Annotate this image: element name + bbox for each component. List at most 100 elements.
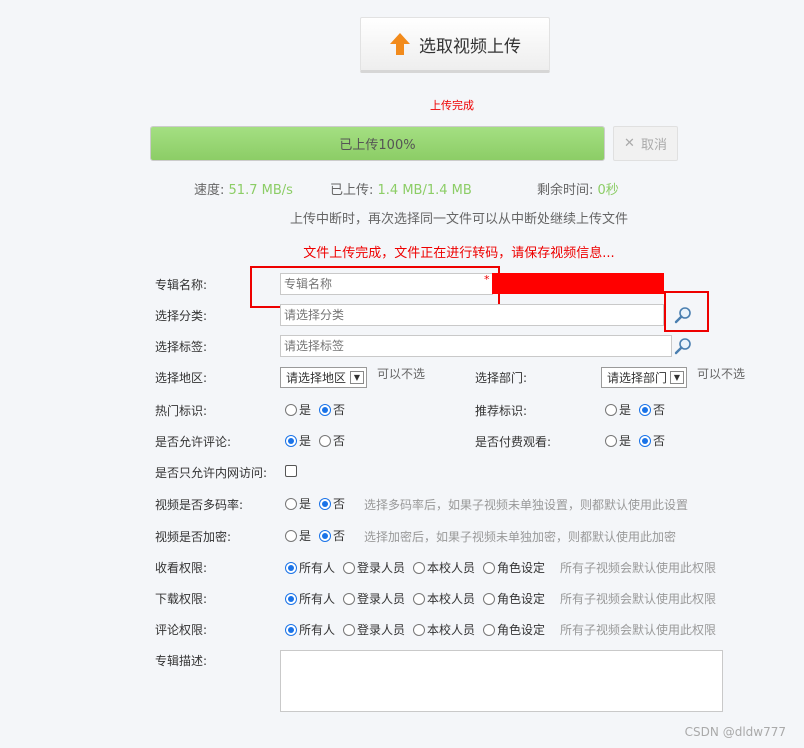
download-perm-option-logged-in[interactable]: 登录人员 — [343, 590, 405, 607]
remaining-value: 0秒 — [597, 183, 619, 198]
hot-option-no[interactable]: 否 — [319, 401, 345, 418]
hot-label: 热门标识: — [155, 404, 208, 418]
department-select[interactable]: 请选择部门 ▼ — [601, 367, 687, 388]
radio-button[interactable] — [285, 623, 297, 636]
allow-comment-radio-group: 是否 — [285, 432, 353, 450]
region-select[interactable]: 请选择地区 ▼ — [280, 367, 367, 388]
intranet-only-label: 是否只允许内网访问: — [155, 466, 268, 480]
search-icon[interactable] — [674, 306, 692, 324]
category-input[interactable] — [280, 304, 664, 326]
description-textarea[interactable] — [280, 650, 723, 712]
speed-value: 51.7 MB/s — [228, 183, 293, 198]
remaining-label: 剩余时间: — [537, 183, 594, 198]
radio-button[interactable] — [483, 561, 496, 574]
cancel-label: 取消 — [640, 138, 667, 153]
comment-perm-option-school[interactable]: 本校人员 — [413, 621, 475, 638]
radio-button[interactable] — [413, 592, 426, 605]
department-label: 选择部门: — [475, 371, 528, 385]
radio-button[interactable] — [285, 592, 297, 605]
recommend-option-yes[interactable]: 是 — [605, 401, 631, 418]
close-icon: ✕ — [624, 136, 635, 151]
radio-button[interactable] — [605, 434, 617, 447]
department-optional: 可以不选 — [697, 367, 746, 381]
recommend-radio-group: 是否 — [605, 401, 673, 419]
radio-button[interactable] — [639, 434, 652, 447]
download-permission-radio-group: 所有人 登录人员 本校人员 角色设定 — [285, 590, 553, 608]
view-perm-option-school[interactable]: 本校人员 — [413, 559, 475, 576]
radio-button[interactable] — [343, 561, 356, 574]
cancel-upload-button[interactable]: ✕ 取消 — [613, 126, 678, 161]
hot-radio-group: 是否 — [285, 401, 353, 419]
download-perm-option-role[interactable]: 角色设定 — [483, 590, 545, 607]
radio-button[interactable] — [483, 623, 496, 636]
allow-comment-option-yes[interactable]: 是 — [285, 432, 311, 449]
upload-button-label: 选取视频上传 — [419, 36, 521, 57]
upload-arrow-icon — [389, 32, 411, 56]
radio-button[interactable] — [319, 497, 332, 510]
uploaded-stat: 已上传: 1.4 MB/1.4 MB — [330, 179, 472, 198]
search-icon[interactable] — [674, 337, 692, 355]
encrypt-option-yes[interactable]: 是 — [285, 527, 311, 544]
upload-status: 上传完成 — [430, 99, 474, 112]
download-perm-option-all[interactable]: 所有人 — [285, 590, 335, 607]
multi-bitrate-option-yes[interactable]: 是 — [285, 495, 311, 512]
radio-button[interactable] — [413, 561, 426, 574]
download-permission-label: 下载权限: — [155, 592, 208, 606]
view-perm-option-role[interactable]: 角色设定 — [483, 559, 545, 576]
comment-permission-radio-group: 所有人 登录人员 本校人员 角色设定 — [285, 621, 553, 639]
resume-tip: 上传中断时，再次选择同一文件可以从中断处继续上传文件 — [289, 212, 628, 227]
view-permission-hint: 所有子视频会默认使用此权限 — [560, 561, 717, 575]
radio-button[interactable] — [319, 403, 332, 416]
complete-notice: 文件上传完成，文件正在进行转码，请保存视频信息... — [303, 246, 615, 261]
radio-button[interactable] — [413, 623, 426, 636]
radio-button[interactable] — [285, 529, 297, 542]
speed-stat: 速度: 51.7 MB/s — [194, 179, 293, 198]
view-permission-label: 收看权限: — [155, 561, 208, 575]
view-perm-option-logged-in[interactable]: 登录人员 — [343, 559, 405, 576]
chevron-down-icon: ▼ — [350, 371, 364, 384]
encrypt-label: 视频是否加密: — [155, 530, 232, 544]
redaction-block — [492, 273, 664, 294]
radio-button[interactable] — [319, 529, 332, 542]
radio-button[interactable] — [343, 623, 356, 636]
comment-permission-hint: 所有子视频会默认使用此权限 — [560, 623, 717, 637]
radio-button[interactable] — [343, 592, 356, 605]
download-perm-option-school[interactable]: 本校人员 — [413, 590, 475, 607]
multi-bitrate-option-no[interactable]: 否 — [319, 495, 345, 512]
comment-perm-option-all[interactable]: 所有人 — [285, 621, 335, 638]
region-label: 选择地区: — [155, 371, 208, 385]
paid-radio-group: 是否 — [605, 432, 673, 450]
comment-perm-option-role[interactable]: 角色设定 — [483, 621, 545, 638]
paid-label: 是否付费观看: — [475, 435, 552, 449]
description-label: 专辑描述: — [155, 654, 208, 668]
view-perm-option-all[interactable]: 所有人 — [285, 559, 335, 576]
radio-button[interactable] — [285, 497, 297, 510]
department-select-value: 请选择部门 — [607, 371, 668, 385]
paid-option-no[interactable]: 否 — [639, 432, 665, 449]
multi-bitrate-label: 视频是否多码率: — [155, 498, 244, 512]
multi-bitrate-hint: 选择多码率后，如果子视频未单独设置，则都默认使用此设置 — [364, 498, 689, 512]
radio-button[interactable] — [319, 434, 332, 447]
radio-button[interactable] — [483, 592, 496, 605]
tags-input[interactable] — [280, 335, 672, 357]
paid-option-yes[interactable]: 是 — [605, 432, 631, 449]
hot-option-yes[interactable]: 是 — [285, 401, 311, 418]
category-label: 选择分类: — [155, 309, 208, 323]
chevron-down-icon: ▼ — [670, 371, 684, 384]
upload-progress-bar: 已上传100% — [150, 126, 605, 161]
encrypt-option-no[interactable]: 否 — [319, 527, 345, 544]
recommend-label: 推荐标识: — [475, 404, 528, 418]
encrypt-hint: 选择加密后，如果子视频未单独加密，则都默认使用此加密 — [364, 530, 677, 544]
radio-button[interactable] — [605, 403, 617, 416]
allow-comment-option-no[interactable]: 否 — [319, 432, 345, 449]
album-name-input[interactable] — [280, 273, 493, 295]
comment-perm-option-logged-in[interactable]: 登录人员 — [343, 621, 405, 638]
radio-button[interactable] — [285, 403, 297, 416]
radio-button[interactable] — [639, 403, 652, 416]
select-video-upload-button[interactable]: 选取视频上传 — [360, 17, 550, 73]
radio-button[interactable] — [285, 561, 297, 574]
intranet-only-checkbox[interactable] — [285, 465, 297, 477]
view-permission-radio-group: 所有人 登录人员 本校人员 角色设定 — [285, 559, 553, 577]
radio-button[interactable] — [285, 434, 297, 447]
recommend-option-no[interactable]: 否 — [639, 401, 665, 418]
